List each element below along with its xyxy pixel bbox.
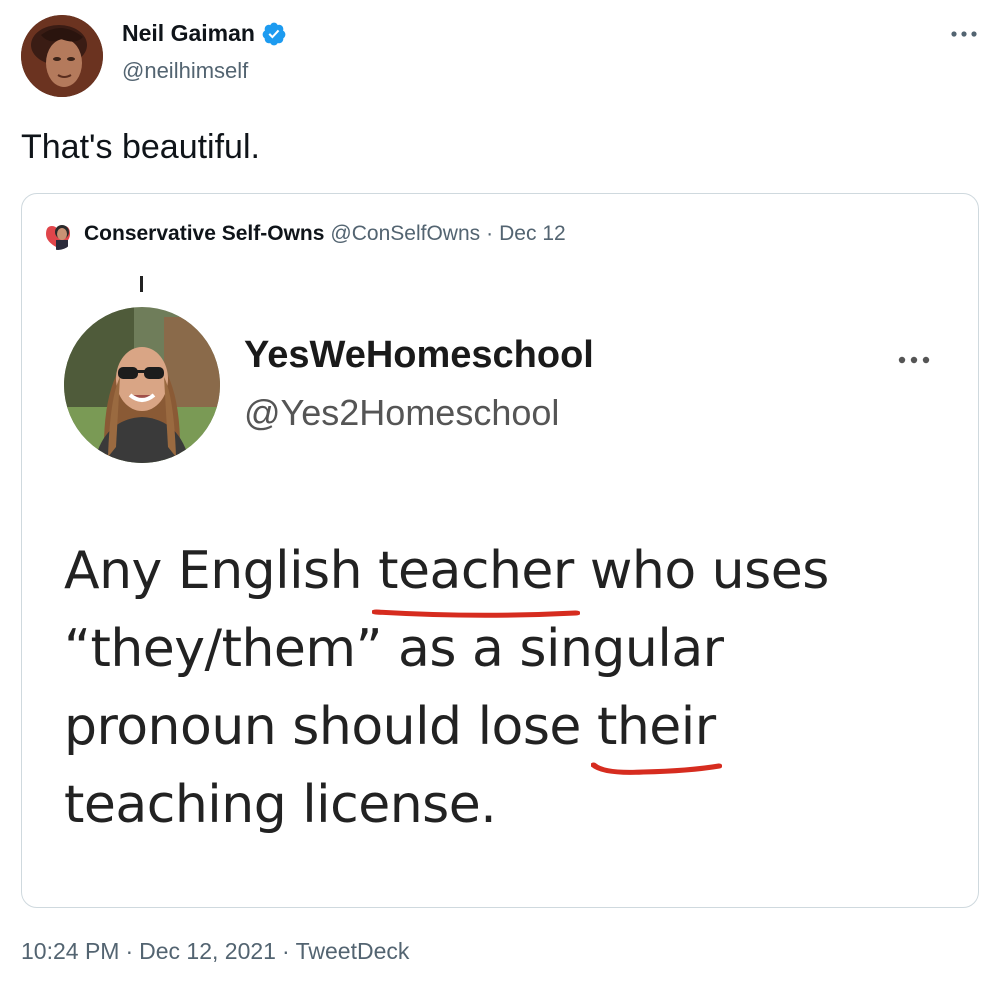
body-text-segment: teacher [378,541,574,601]
quoted-author-handle[interactable]: @ConSelfOwns [330,222,480,246]
tweet-source[interactable]: TweetDeck [296,938,410,964]
meta-separator: · [125,938,134,964]
quoted-tweet-card[interactable]: Conservative Self-Owns @ConSelfOwns · De… [21,193,979,908]
author-handle[interactable]: @neilhimself [122,58,248,84]
quoted-date[interactable]: Dec 12 [499,222,566,246]
body-line-3: pronoun should lose their [64,688,944,775]
screenshot-display-name: YesWeHomeschool [244,334,594,376]
more-options-icon[interactable] [946,22,982,46]
quoted-screenshot-image: YesWeHomeschool @Yes2Homeschool Any Engl… [22,264,978,907]
tweet-date[interactable]: Dec 12, 2021 [139,938,276,964]
tweet-text: That's beautiful. [21,128,260,166]
quoted-tweet-header: Conservative Self-Owns @ConSelfOwns · De… [42,218,566,250]
verified-badge-icon [261,21,287,47]
body-text-segment: who uses [573,541,829,601]
author-display-name[interactable]: Neil Gaiman [122,20,255,47]
underlined-word-teacher: teacher [372,532,580,618]
underlined-word-their: their [590,688,722,775]
portrait-avatar [21,15,103,97]
tweet-time[interactable]: 10:24 PM [21,938,119,964]
portrait-avatar-woman [64,307,220,463]
body-text-segment: pronoun should lose [64,697,597,757]
author-name-row: Neil Gaiman [122,20,287,47]
author-avatar[interactable] [21,15,103,97]
red-underline-stroke [372,609,580,618]
screenshot-body-text: Any English teacher who uses “they/them”… [64,532,944,844]
red-underline-stroke [590,762,722,775]
body-text-segment: Any English [64,541,379,601]
portrait-avatar-small [42,218,74,250]
body-text-segment: their [596,697,716,757]
screenshot-handle: @Yes2Homeschool [244,392,560,433]
body-line-1: Any English teacher who uses [64,532,944,618]
screenshot-more-icon [892,350,936,370]
text-cursor-mark [140,276,143,292]
tweet-metadata: 10:24 PM · Dec 12, 2021 · TweetDeck [21,938,409,965]
quoted-separator: · [486,222,494,245]
screenshot-avatar [64,307,220,463]
meta-separator: · [281,938,290,964]
quoted-author-avatar [42,218,74,250]
body-line-4: teaching license. [64,775,497,835]
quoted-author-display-name[interactable]: Conservative Self-Owns [84,222,324,246]
